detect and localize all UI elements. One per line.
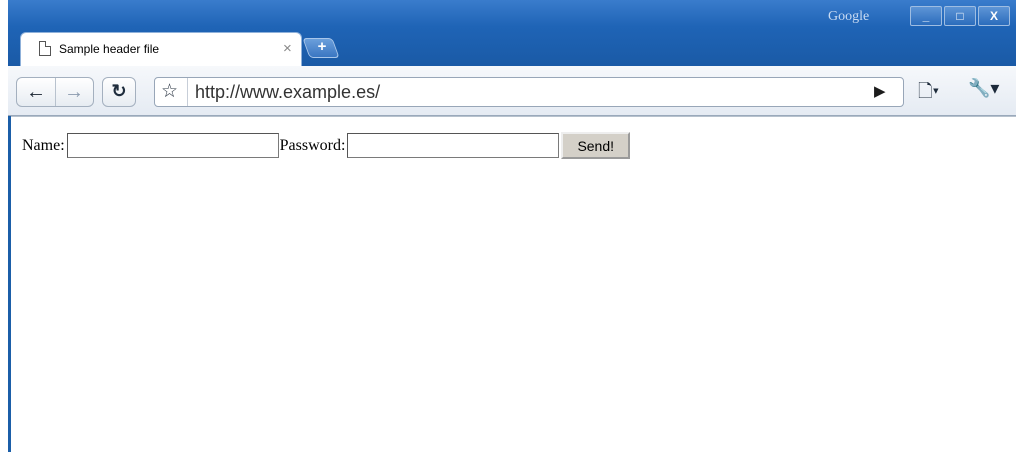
title-bar: Google _ □ X Sample header file × + [8,0,1016,66]
window-controls: _ □ X [908,6,1010,26]
close-window-button[interactable]: X [978,6,1010,26]
browser-toolbar: ← → ↻ ☆ http://www.example.es/ ▶ 🗋▾ 🔧▾ [8,66,1016,116]
bookmark-star-icon[interactable]: ☆ [161,80,178,103]
go-icon[interactable]: ▶ [874,82,886,100]
page-icon [39,41,51,56]
send-button[interactable]: Send! [561,132,631,159]
page-menu-icon[interactable]: 🗋▾ [918,79,939,109]
wrench-menu-icon[interactable]: 🔧▾ [968,78,999,99]
tab-title: Sample header file [59,42,160,56]
name-input[interactable] [66,133,279,158]
nav-button-group: ← → [16,77,94,107]
active-tab[interactable]: Sample header file × [20,32,302,66]
nav-divider [55,78,56,106]
page-content: Name: Password: Send! [11,116,1016,452]
tab-close-icon[interactable]: × [283,40,292,57]
minimize-button[interactable]: _ [910,6,942,26]
password-input[interactable] [347,133,560,158]
back-arrow-icon[interactable]: ← [19,78,53,106]
maximize-button[interactable]: □ [944,6,976,26]
plus-icon: + [317,38,327,55]
browser-window: Google _ □ X Sample header file × + ← → … [8,0,1016,452]
login-form: Name: Password: Send! [22,132,631,159]
reload-icon[interactable]: ↻ [102,77,136,107]
name-label: Name: [22,136,65,154]
google-brand-label: Google [828,9,870,24]
forward-arrow-icon[interactable]: → [57,78,91,106]
omnibox-divider [187,78,188,106]
url-text[interactable]: http://www.example.es/ [195,82,380,103]
password-label: Password: [279,136,346,154]
address-bar[interactable]: ☆ http://www.example.es/ [154,77,904,107]
